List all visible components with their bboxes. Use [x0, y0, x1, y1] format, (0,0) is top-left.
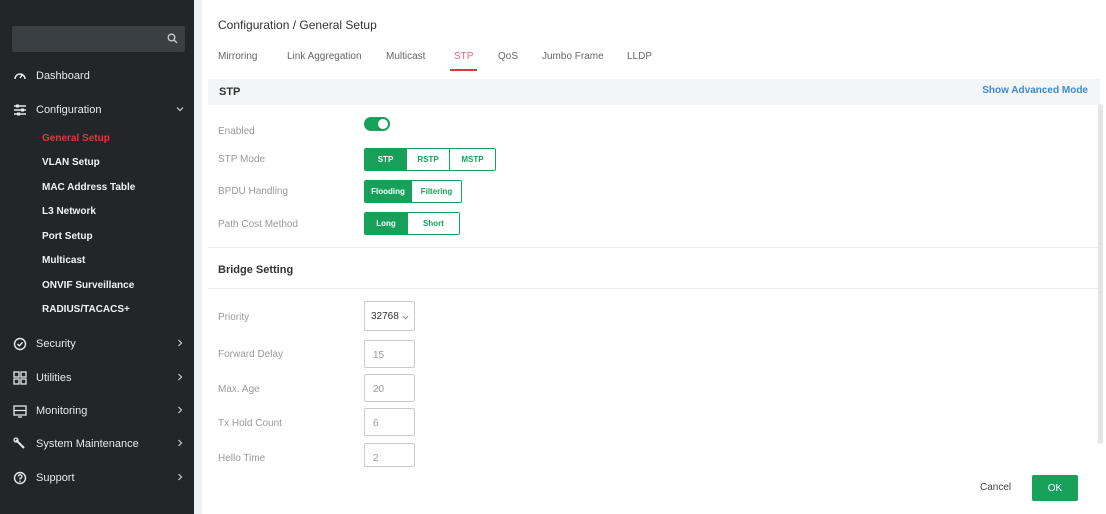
nav-dashboard-label: Dashboard [36, 70, 90, 82]
priority-label: Priority [218, 312, 250, 323]
security-icon [12, 336, 28, 352]
sidebar: Dashboard Configuration General Setup VL… [0, 0, 194, 514]
subnav-general-setup[interactable]: General Setup [42, 131, 110, 147]
forward-delay-input[interactable]: 15 [364, 340, 415, 368]
stp-mode-mstp-button[interactable]: MSTP [450, 149, 495, 170]
chevron-right-icon[interactable] [176, 438, 184, 450]
breadcrumb: Configuration / General Setup [218, 18, 377, 32]
hello-time-input[interactable]: 2 [364, 443, 415, 467]
bpdu-filtering-button[interactable]: Filtering [412, 181, 461, 202]
divider [208, 288, 1100, 289]
chevron-down-icon [402, 313, 409, 324]
tx-hold-count-label: Tx Hold Count [218, 418, 282, 429]
stp-mode-selector: STP RSTP MSTP [364, 148, 496, 171]
nav-support-label: Support [36, 472, 75, 484]
nav-dashboard[interactable]: Dashboard [0, 64, 194, 88]
tab-stp[interactable]: STP [449, 51, 479, 73]
ok-button[interactable]: OK [1032, 475, 1078, 501]
tab-mirroring[interactable]: Mirroring [218, 51, 257, 73]
chevron-right-icon[interactable] [176, 372, 184, 384]
support-icon [12, 470, 28, 486]
nav-monitoring-label: Monitoring [36, 405, 88, 417]
chevron-right-icon[interactable] [176, 472, 184, 484]
bpdu-handling-selector: Flooding Filtering [364, 180, 462, 203]
cancel-button[interactable]: Cancel [980, 482, 1011, 493]
nav-support[interactable]: Support [0, 466, 194, 490]
nav-system-maintenance[interactable]: System Maintenance [0, 432, 194, 456]
tab-lldp[interactable]: LLDP [627, 51, 652, 73]
enabled-toggle[interactable] [364, 117, 390, 131]
monitoring-icon [12, 403, 28, 419]
stp-mode-stp-button[interactable]: STP [365, 149, 407, 170]
search-input[interactable] [12, 26, 185, 52]
path-cost-selector: Long Short [364, 212, 460, 235]
subnav-multicast[interactable]: Multicast [42, 253, 85, 269]
path-cost-short-button[interactable]: Short [408, 213, 459, 234]
subnav-l3-network[interactable]: L3 Network [42, 204, 96, 220]
subnav-vlan-setup[interactable]: VLAN Setup [42, 155, 100, 171]
path-cost-long-button[interactable]: Long [365, 213, 408, 234]
priority-value: 32768 [371, 311, 399, 322]
utilities-icon [12, 370, 28, 386]
tab-link-aggregation[interactable]: Link Aggregation [287, 51, 362, 73]
nav-security[interactable]: Security [0, 332, 194, 356]
scrollbar[interactable] [1098, 104, 1103, 444]
main-panel: Configuration / General Setup Mirroring … [202, 0, 1106, 514]
forward-delay-label: Forward Delay [218, 349, 284, 360]
section-header: STP Show Advanced Mode [208, 79, 1100, 105]
chevron-right-icon[interactable] [176, 338, 184, 350]
stp-mode-rstp-button[interactable]: RSTP [407, 149, 450, 170]
bpdu-flooding-button[interactable]: Flooding [365, 181, 412, 202]
nav-system-maintenance-label: System Maintenance [36, 438, 139, 450]
subnav-mac-address-table[interactable]: MAC Address Table [42, 180, 135, 196]
configuration-icon [12, 102, 28, 118]
enabled-label: Enabled [218, 126, 255, 137]
nav-utilities-label: Utilities [36, 372, 72, 384]
search-icon[interactable] [167, 31, 178, 49]
max-age-input[interactable]: 20 [364, 374, 415, 402]
section-title: STP [219, 86, 241, 98]
bridge-setting-title: Bridge Setting [218, 264, 294, 276]
divider [208, 247, 1100, 248]
wrench-icon [12, 436, 28, 452]
hello-time-label: Hello Time [218, 453, 266, 464]
max-age-label: Max. Age [218, 384, 260, 395]
tab-qos[interactable]: QoS [498, 51, 518, 73]
subnav-port-setup[interactable]: Port Setup [42, 229, 93, 245]
tab-multicast[interactable]: Multicast [386, 51, 425, 73]
nav-security-label: Security [36, 338, 76, 350]
bpdu-handling-label: BPDU Handling [218, 186, 289, 197]
priority-select[interactable]: 32768 [364, 301, 415, 331]
stp-mode-label: STP Mode [218, 154, 266, 165]
subnav-radius-tacacs[interactable]: RADIUS/TACACS+ [42, 302, 130, 318]
tab-jumbo-frame[interactable]: Jumbo Frame [542, 51, 604, 73]
nav-configuration[interactable]: Configuration [0, 98, 194, 122]
tx-hold-count-input[interactable]: 6 [364, 408, 415, 436]
dashboard-icon [12, 68, 28, 84]
nav-monitoring[interactable]: Monitoring [0, 399, 194, 423]
chevron-right-icon[interactable] [176, 405, 184, 417]
nav-utilities[interactable]: Utilities [0, 366, 194, 390]
path-cost-method-label: Path Cost Method [218, 219, 299, 230]
nav-configuration-label: Configuration [36, 104, 102, 116]
show-advanced-mode-link[interactable]: Show Advanced Mode [982, 85, 1088, 96]
subnav-onvif-surveillance[interactable]: ONVIF Surveillance [42, 278, 134, 294]
chevron-down-icon[interactable] [176, 104, 184, 116]
